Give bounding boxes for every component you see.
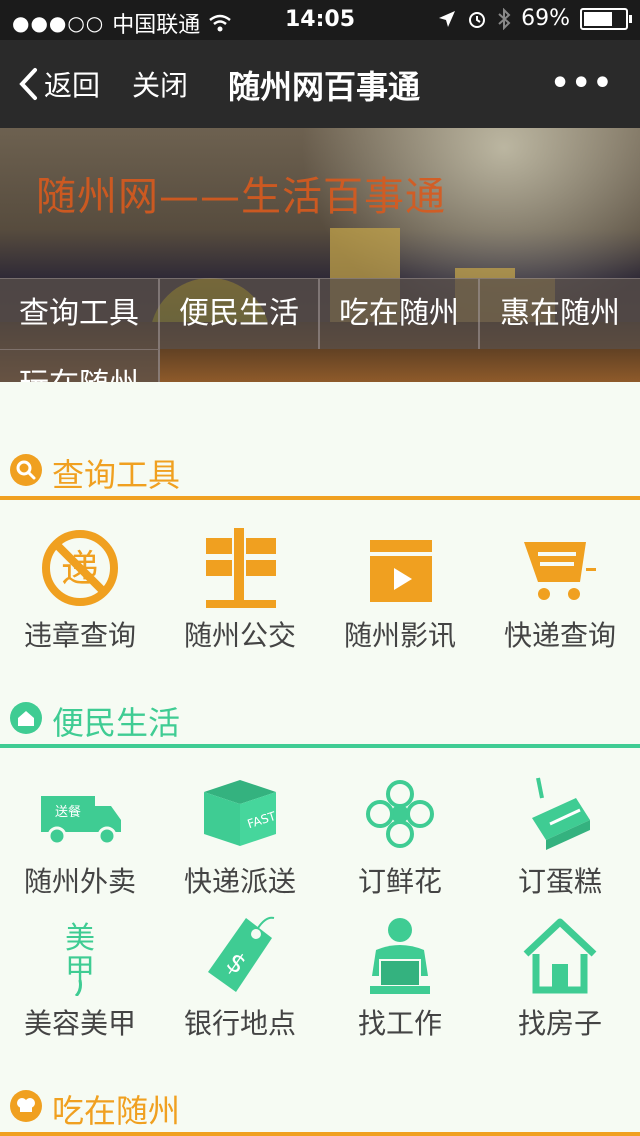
grid-item-label: 随州影讯 <box>343 619 456 652</box>
bluetooth-icon <box>498 7 511 30</box>
section-title: 查询工具 <box>52 456 181 494</box>
grid-item-label: 快递查询 <box>503 619 616 652</box>
tab-eat[interactable]: 吃在随州 <box>320 278 480 349</box>
grid-item-takeout[interactable]: 送餐 随州外卖 <box>0 774 160 904</box>
grid-item-jobs[interactable]: 找工作 <box>320 914 480 1044</box>
delivery-truck-icon: 送餐 <box>41 796 121 846</box>
grid-item-traffic-violation[interactable]: 递 违章查询 <box>0 528 160 658</box>
nav-bar: 返回 关闭 随州网百事通 ••• <box>0 40 640 128</box>
home-icon <box>10 702 42 734</box>
section-divider <box>0 496 640 500</box>
grid-item-label: 随州外卖 <box>23 865 136 898</box>
worker-icon <box>370 918 430 994</box>
section-header-eat: 吃在随州 <box>0 1076 640 1136</box>
page-title: 随州网百事通 <box>228 68 421 106</box>
tab-convenience[interactable]: 便民生活 <box>160 278 320 349</box>
back-label: 返回 <box>44 69 101 102</box>
grid-item-movies[interactable]: 随州影讯 <box>320 528 480 658</box>
section-header-convenience: 便民生活 <box>0 688 640 748</box>
battery-icon <box>580 7 632 30</box>
grid-item-bus[interactable]: 随州公交 <box>160 528 320 658</box>
grid-item-label: 违章查询 <box>23 619 136 652</box>
grid-item-label: 订鲜花 <box>357 865 442 898</box>
grid-item-label: 订蛋糕 <box>517 865 602 898</box>
tab-query-tools[interactable]: 查询工具 <box>0 278 160 349</box>
beauty-icon: 美 甲 <box>65 921 95 996</box>
battery-percent: 69% <box>521 6 570 31</box>
grid-item-cake[interactable]: 订蛋糕 <box>480 774 640 904</box>
status-bar: ●●●○○ 中国联通 14:05 69% <box>0 0 640 40</box>
grid-item-bank[interactable]: $ 银行地点 <box>160 914 320 1044</box>
price-tag-icon: $ <box>208 916 275 992</box>
package-box-icon: FAST <box>204 780 278 846</box>
location-arrow-icon <box>439 10 456 27</box>
movie-clapper-icon <box>370 540 432 602</box>
grid-item-label: 快递派送 <box>183 865 296 898</box>
section-divider <box>0 744 640 748</box>
house-icon <box>523 918 597 994</box>
grid-item-housing[interactable]: 找房子 <box>480 914 640 1044</box>
chevron-left-icon <box>19 68 37 100</box>
svg-text:美: 美 <box>65 921 95 956</box>
flower-icon <box>366 780 434 848</box>
back-button[interactable]: 返回 <box>18 64 100 104</box>
cart-icon <box>524 542 596 600</box>
alarm-clock-icon <box>469 11 486 28</box>
search-icon <box>10 454 42 486</box>
no-delivery-icon: 递 <box>42 530 118 606</box>
grid-item-courier-query[interactable]: 快递查询 <box>480 528 640 658</box>
grid-item-label: 找房子 <box>517 1007 602 1040</box>
grid-item-label: 美容美甲 <box>23 1007 136 1040</box>
cake-icon <box>532 777 590 850</box>
close-button[interactable]: 关闭 <box>132 64 188 104</box>
chef-hat-icon <box>10 1090 42 1122</box>
hero-banner: 随州网——生活百事通 查询工具 便民生活 吃在随州 惠在随州 玩在随州 <box>0 128 640 382</box>
more-menu-button[interactable]: ••• <box>550 66 614 101</box>
banner-headline: 随州网——生活百事通 <box>36 174 446 220</box>
section-header-query-tools: 查询工具 <box>0 440 640 500</box>
svg-text:送餐: 送餐 <box>55 804 81 820</box>
section-title: 吃在随州 <box>52 1092 181 1130</box>
grid-item-label: 银行地点 <box>183 1007 296 1040</box>
grid-item-label: 找工作 <box>357 1007 442 1040</box>
grid-item-beauty[interactable]: 美 甲 美容美甲 <box>0 914 160 1044</box>
tab-play[interactable]: 玩在随州 <box>0 349 160 382</box>
bus-sign-icon <box>206 528 276 608</box>
grid-item-parcel-delivery[interactable]: FAST 快递派送 <box>160 774 320 904</box>
section-title: 便民生活 <box>52 704 181 742</box>
grid-item-label: 随州公交 <box>183 619 296 652</box>
section-divider <box>0 1132 640 1136</box>
grid-item-flowers[interactable]: 订鲜花 <box>320 774 480 904</box>
tab-deals[interactable]: 惠在随州 <box>480 278 640 349</box>
